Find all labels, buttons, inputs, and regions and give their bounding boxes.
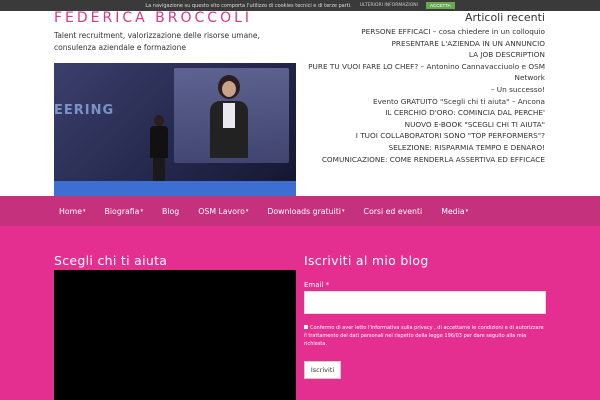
consent-text: Confermo di aver letto l'informativa sul… [304,325,544,347]
hero-projected-speaker [204,73,254,158]
cookie-accept-button[interactable]: ACCETTA [425,2,455,9]
video-player[interactable] [54,270,296,400]
nav-item-blog[interactable]: Blog [162,207,179,216]
hero-speaker [146,115,172,187]
recent-post-link[interactable]: I TUOI COLLABORATORI SONO "TOP PERFORMER… [285,130,545,142]
recent-post-link[interactable]: LA JOB DESCRIPTION [285,49,545,61]
hero-screen-text: EERING [54,103,115,118]
recent-post-link[interactable]: – Un successo! [285,84,545,96]
nav-item-downloads[interactable]: Downloads gratuiti ▾ [267,207,344,216]
main-navigation: Home ▾ Biografia ▾ Blog OSM Lavoro ▾ Downlo… [0,196,600,226]
recent-posts-list: PERSONE EFFICACI – cosa chiedere in un c… [285,26,545,165]
consent-checkbox[interactable] [304,325,308,329]
cookie-message: La navigazione su questo sito comporta l… [145,2,352,9]
nav-item-corsi-eventi[interactable]: Corsi ed eventi [364,207,423,216]
nav-item-home[interactable]: Home ▾ [59,207,86,216]
email-label: Email * [304,281,330,289]
post-title[interactable]: Scegli chi ti aiuta [54,253,167,268]
email-input[interactable] [304,291,546,314]
cookie-bar: La navigazione su questo sito comporta l… [0,0,600,11]
recent-posts-title: Articoli recenti [464,11,545,24]
subscribe-button[interactable]: Iscriviti [304,361,341,379]
recent-post-link[interactable]: IL CERCHIO D'ORO: COMINCIA DAL PERCHE' [285,107,545,119]
chevron-down-icon: ▾ [83,208,86,214]
hero-image: EERING [54,63,296,196]
privacy-consent: Confermo di aver letto l'informativa sul… [304,324,546,348]
nav-item-biografia[interactable]: Biografia ▾ [105,207,143,216]
required-mark: * [325,281,330,289]
recent-post-link[interactable]: NUOVO E-BOOK "SCEGLI CHI TI AIUTA" [285,119,545,131]
site-title[interactable]: FEDERICA BROCCOLI [54,10,252,26]
chevron-down-icon: ▾ [465,208,469,214]
chevron-down-icon: ▾ [341,208,345,214]
recent-posts-widget: Articoli recenti PERSONE EFFICACI – cosa… [285,11,545,165]
site-tagline: Talent recruitment, valorizzazione delle… [54,31,260,52]
chevron-down-icon: ▾ [140,208,143,214]
recent-post-link[interactable]: COMUNICAZIONE: COME RENDERLA ASSERTIVA E… [285,154,545,166]
recent-post-link[interactable]: PRESENTARE L'AZIENDA IN UN ANNUNCIO [285,38,546,50]
nav-item-media[interactable]: Media ▾ [441,207,468,216]
hero-stage [54,181,296,196]
recent-post-link[interactable]: SELEZIONE: RISPARMIA TEMPO E DENARO! [285,142,545,154]
recent-post-link[interactable]: PERSONE EFFICACI – cosa chiedere in un c… [285,26,545,38]
nav-item-osm-lavoro[interactable]: OSM Lavoro ▾ [198,207,248,216]
cookie-info-link[interactable]: ULTERIORI INFORMAZIONI [360,3,418,8]
recent-post-link[interactable]: Evento GRATUITO "Scegli chi ti aiuta" – … [285,96,545,108]
chevron-down-icon: ▾ [245,208,249,214]
recent-post-link[interactable]: PURE TU VUOI FARE LO CHEF? – Antonino Ca… [285,61,545,84]
subscribe-title: Iscriviti al mio blog [304,253,429,268]
